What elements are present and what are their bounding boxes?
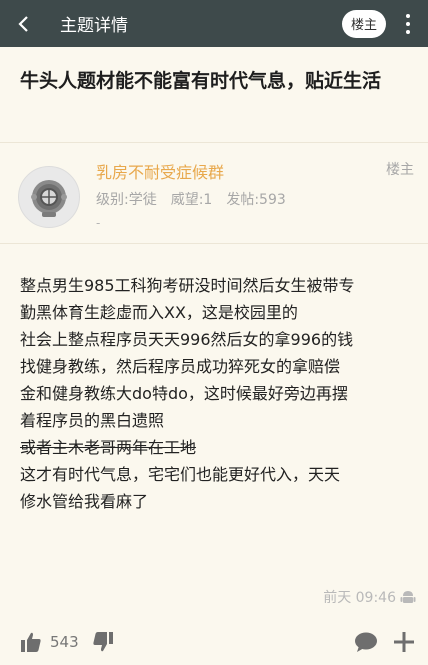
action-bar: 543 (0, 625, 428, 665)
content-line: 找健身教练，然后程序员成功猝死女的拿赔偿 (20, 357, 341, 376)
author-prestige: 威望:1 (170, 192, 213, 208)
content-line: 这才有时代气息，宅宅们也能更好代入，天天 (20, 465, 341, 484)
like-count: 543 (50, 633, 79, 651)
top-bar: 主题详情 楼主 (0, 0, 428, 47)
page-title: 主题详情 (60, 16, 128, 36)
timestamp-text: 前天 09:46 (323, 590, 396, 606)
content-line: 修水管给我看麻了 (20, 492, 149, 511)
author-post-count: 发帖:593 (226, 192, 286, 208)
thumbs-down-icon (93, 632, 113, 652)
author-level: 级别:学徒 (96, 192, 157, 208)
author-stats: 级别:学徒 威望:1 发帖:593 (96, 189, 286, 209)
author-card: 乳房不耐受症候群 级别:学徒 威望:1 发帖:593 - 楼主 (0, 143, 428, 243)
post-title: 牛头人题材能不能富有时代气息，贴近生活 (20, 70, 382, 92)
back-arrow-icon (18, 15, 28, 32)
post-content: 整点男生985工科狗考研没时间然后女生被带专 勤黑体育生趁虚而入XX，这是校园里… (20, 272, 415, 515)
content-line: 金和健身教练大do特do，这时候最好旁边再摆 (20, 384, 348, 403)
avatar[interactable] (18, 166, 80, 228)
op-only-button[interactable]: 楼主 (342, 9, 386, 38)
comment-icon (355, 632, 377, 652)
post-timestamp: 前天 09:46 (323, 587, 416, 607)
android-icon (400, 591, 416, 603)
dislike-button[interactable] (92, 631, 114, 657)
floor-label: 楼主 (386, 162, 414, 178)
content-line: 勤黑体育生趁虚而入XX，这是校园里的 (20, 303, 298, 322)
add-button[interactable] (392, 630, 416, 658)
author-name[interactable]: 乳房不耐受症候群 (96, 159, 224, 183)
like-button[interactable]: 543 (20, 631, 79, 653)
author-signature: - (96, 216, 101, 230)
diving-helmet-icon (31, 180, 67, 217)
content-line: 整点男生985工科狗考研没时间然后女生被带专 (20, 276, 355, 295)
divider (0, 243, 428, 244)
comment-button[interactable] (354, 631, 378, 657)
content-line-strikethrough: 或者主木老哥两年在工地 (20, 438, 197, 457)
plus-icon (394, 632, 414, 652)
thumbs-up-icon (21, 632, 41, 652)
content-line: 社会上整点程序员天天996然后女的拿996的钱 (20, 330, 354, 349)
more-vertical-icon (406, 13, 410, 18)
content-line: 着程序员的黑白遗照 (20, 411, 165, 430)
back-button[interactable] (0, 0, 48, 47)
more-button[interactable] (396, 0, 420, 47)
